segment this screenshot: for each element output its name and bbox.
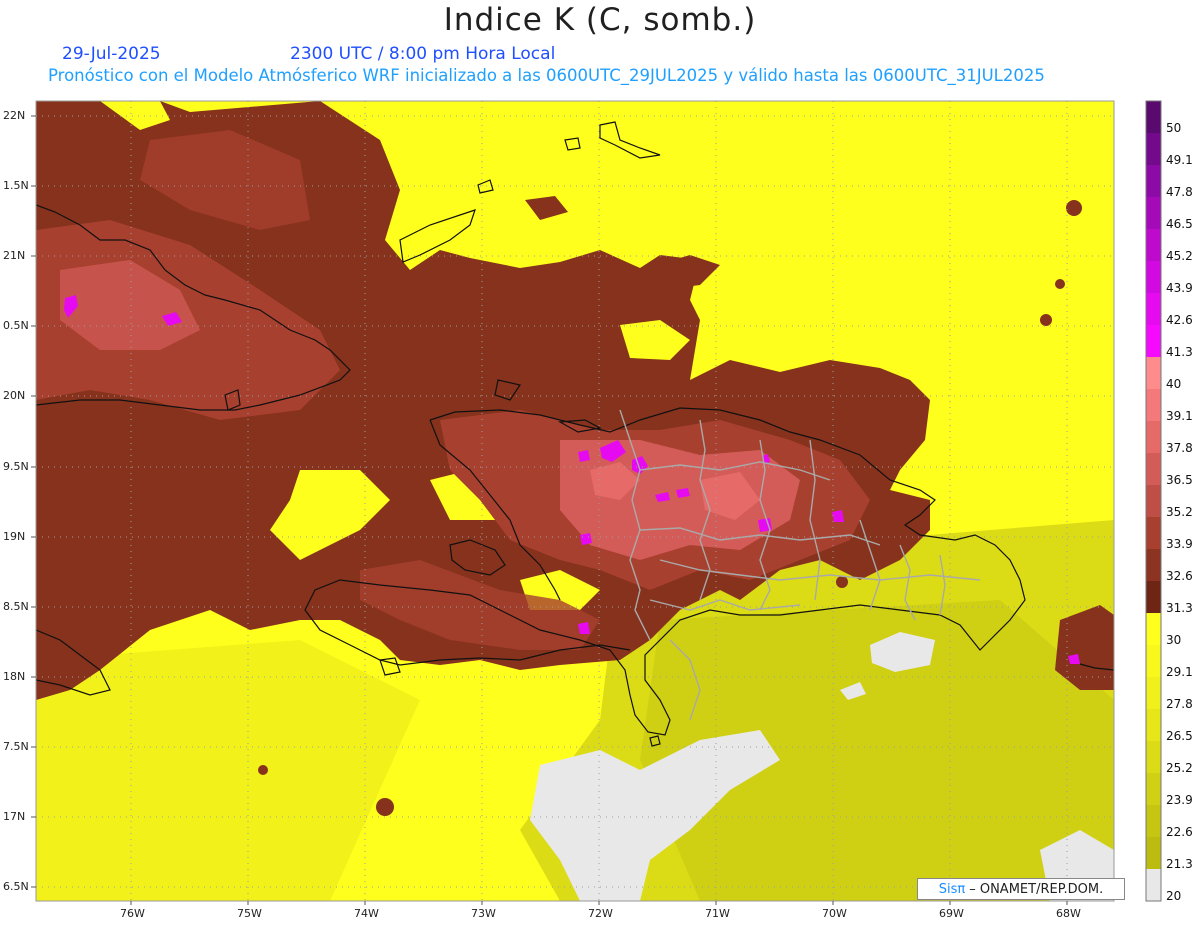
colorbar-label: 49.1 [1166,153,1193,167]
credit-box: Sisπ – ONAMET/REP.DOM. [917,878,1125,900]
colorbar-swatch [1146,709,1161,741]
k-41-cell-8 [580,533,592,545]
lon-label: 70W [822,907,847,920]
colorbar-swatch [1146,645,1161,677]
credit-text: – ONAMET/REP.DOM. [969,881,1104,897]
colorbar-swatch [1146,805,1161,837]
lat-label: 20N [3,389,26,402]
colorbar-label: 42.6 [1166,313,1193,327]
colorbar-label: 41.3 [1166,345,1193,359]
lon-label: 69W [939,907,964,920]
lat-label: 9.5N [3,460,29,473]
colorbar-swatch [1146,453,1161,485]
lon-label: 68W [1056,907,1081,920]
colorbar-label: 21.3 [1166,857,1193,871]
lat-label: 19N [3,530,26,543]
colorbar-swatch [1146,165,1161,197]
k-30-dot-5 [836,576,848,588]
colorbar-label: 22.6 [1166,825,1193,839]
colorbar-swatch [1146,293,1161,325]
colorbar-swatch [1146,613,1161,645]
credit-brand: Sisπ [938,881,966,897]
lon-label: 72W [588,907,613,920]
colorbar-swatch [1146,357,1161,389]
colorbar-label: 50 [1166,121,1182,135]
lat-label: 21N [3,249,26,262]
colorbar-swatch [1146,581,1161,613]
lon-label: 75W [237,907,262,920]
colorbar-label: 20 [1166,889,1182,903]
k-41-cell-3 [578,450,590,462]
colorbar-label: 29.1 [1166,665,1193,679]
colorbar-swatch [1146,261,1161,293]
map-field [36,101,1114,901]
colorbar-label: 45.2 [1166,249,1193,263]
lat-label: 22N [3,109,26,122]
colorbar-swatch [1146,101,1161,133]
colorbar-swatch [1146,229,1161,261]
colorbar-swatch [1146,421,1161,453]
colorbar-swatch [1146,741,1161,773]
colorbar-label: 39.1 [1166,409,1193,423]
lon-label: 71W [705,907,730,920]
colorbar-label: 32.6 [1166,569,1193,583]
colorbar-label: 37.8 [1166,441,1193,455]
k-41-cell-9 [578,622,590,634]
lat-label: 0.5N [3,319,29,332]
k-30-dot-2 [1040,314,1052,326]
k-41-cell-7 [832,510,844,522]
k-30-dot-4 [376,798,394,816]
colorbar-label: 30 [1166,633,1182,647]
colorbar-label: 46.5 [1166,217,1193,231]
lat-label: 17N [3,810,26,823]
colorbar-swatch [1146,133,1161,165]
lon-label: 76W [120,907,145,920]
colorbar-label: 27.8 [1166,697,1193,711]
lat-label: 18N [3,670,26,683]
colorbar-label: 25.2 [1166,761,1193,775]
colorbar-swatch [1146,389,1161,421]
colorbar-label: 31.3 [1166,601,1193,615]
colorbar-label: 36.5 [1166,473,1193,487]
colorbar-swatch [1146,837,1161,869]
colorbar-swatch [1146,549,1161,581]
colorbar [1145,100,1162,902]
lat-label: 6.5N [3,880,29,893]
colorbar-swatch [1146,485,1161,517]
lat-label: 8.5N [3,600,29,613]
colorbar-label: 23.9 [1166,793,1193,807]
colorbar-label: 35.2 [1166,505,1193,519]
colorbar-swatch [1146,773,1161,805]
colorbar-label: 26.5 [1166,729,1193,743]
k-30-dot-1 [1066,200,1082,216]
colorbar-swatch [1146,677,1161,709]
k-30-dot-3 [1055,279,1065,289]
lon-label: 73W [471,907,496,920]
colorbar-label: 33.9 [1166,537,1193,551]
colorbar-swatch [1146,517,1161,549]
colorbar-swatch [1146,325,1161,357]
colorbar-label: 40 [1166,377,1182,391]
colorbar-swatch [1146,869,1161,901]
colorbar-swatch [1146,197,1161,229]
k-30-dot-6 [258,765,268,775]
lat-label: 1.5N [3,179,29,192]
colorbar-label: 43.9 [1166,281,1193,295]
colorbar-label: 47.8 [1166,185,1193,199]
lon-label: 74W [354,907,379,920]
k-index-map [31,100,1162,905]
lat-label: 7.5N [3,740,29,753]
